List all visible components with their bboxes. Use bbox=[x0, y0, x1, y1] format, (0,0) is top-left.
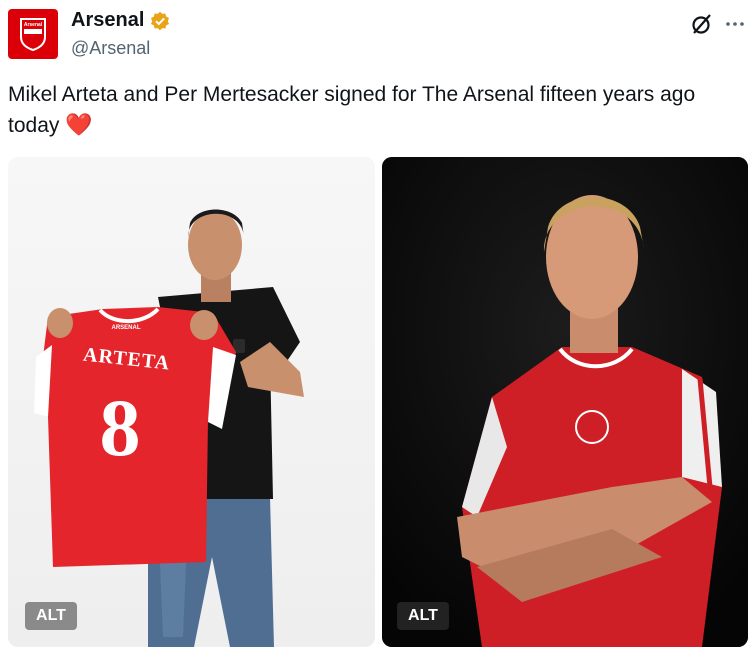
author-display-name[interactable]: Arsenal bbox=[71, 9, 144, 32]
tweet-body: Mikel Arteta and Per Mertesacker signed … bbox=[8, 83, 696, 137]
grok-icon[interactable] bbox=[690, 12, 714, 36]
more-options-icon[interactable] bbox=[724, 12, 746, 36]
heart-emoji: ❤️ bbox=[65, 112, 93, 137]
author-name-row[interactable]: Arsenal bbox=[71, 9, 170, 32]
author-avatar[interactable]: Arsenal bbox=[8, 9, 58, 59]
arteta-photo-image: ARSENAL ARTETA 8 bbox=[8, 157, 375, 647]
author-handle[interactable]: @Arsenal bbox=[71, 38, 150, 59]
arsenal-crest-icon: Arsenal bbox=[20, 18, 46, 51]
shirt-brand-text: ARSENAL bbox=[111, 325, 140, 331]
alt-text-badge[interactable]: ALT bbox=[397, 602, 449, 630]
mertesacker-photo-image bbox=[382, 157, 748, 647]
shirt-number-text: 8 bbox=[100, 382, 141, 473]
tweet-photo-mertesacker[interactable]: ALT bbox=[382, 157, 748, 647]
tweet-text: Mikel Arteta and Per Mertesacker signed … bbox=[8, 80, 738, 141]
tweet-photo-arteta[interactable]: ARSENAL ARTETA 8 ALT bbox=[8, 157, 375, 647]
verified-badge-icon bbox=[151, 11, 170, 30]
alt-text-badge[interactable]: ALT bbox=[25, 602, 77, 630]
svg-text:Arsenal: Arsenal bbox=[24, 22, 43, 28]
